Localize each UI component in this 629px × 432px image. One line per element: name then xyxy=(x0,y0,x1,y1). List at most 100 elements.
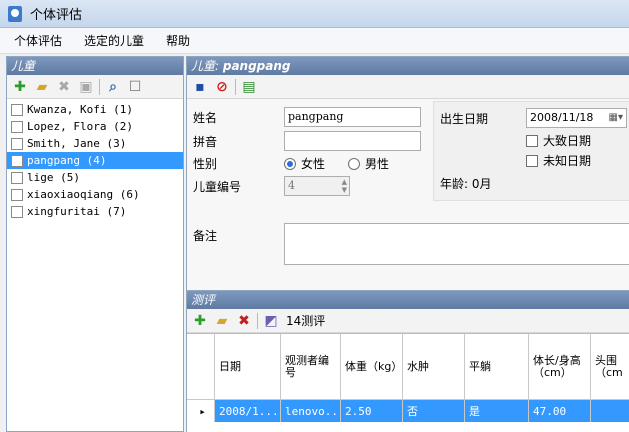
detail-header-prefix: 儿童: xyxy=(191,59,223,73)
assessment-panel-header: 测评 xyxy=(187,291,629,309)
list-item[interactable]: Kwanza, Kofi (1) xyxy=(7,101,183,118)
children-toolbar: ✚ ▰ ✖ ▣ ⌕ ☐ xyxy=(7,75,183,99)
female-radio[interactable]: 女性 xyxy=(284,155,325,172)
assessment-toolbar: ✚ ▰ ✖ ◩ 14测评 xyxy=(187,309,629,333)
birth-date-group: 出生日期 2008/11/18 ▦▾ 大致日期 未知日期 年龄: 0月 xyxy=(433,101,629,201)
child-id-value: 4 xyxy=(288,179,295,192)
cell-weight[interactable]: 2.50 xyxy=(341,400,403,422)
menu-help[interactable]: 帮助 xyxy=(166,32,190,49)
toolbar-separator xyxy=(257,312,258,329)
name-label: 姓名 xyxy=(193,111,218,125)
child-label: pangpang (4) xyxy=(27,154,107,167)
chart-icon[interactable]: ◩ xyxy=(262,312,280,330)
toolbar-separator xyxy=(99,78,100,95)
radio-dot xyxy=(348,157,360,170)
window-title: 个体评估 xyxy=(30,8,83,23)
child-label: xiaoxiaoqiang (6) xyxy=(27,188,140,201)
notes-textarea[interactable] xyxy=(284,223,629,265)
item-checkbox[interactable] xyxy=(11,205,23,218)
app-icon xyxy=(8,5,22,22)
child-detail-panel: 儿童: pangpang ▪ ⊘ ▤ 姓名 pangpang 拼音 性别 女性 … xyxy=(186,56,629,292)
delete-assessment-icon[interactable]: ✖ xyxy=(235,312,253,330)
cell-observer[interactable]: lenovo... xyxy=(281,400,341,422)
search-icon[interactable]: ⌕ xyxy=(104,78,122,96)
list-item[interactable]: lige (5) xyxy=(7,169,183,186)
row-pointer-icon[interactable]: ▸ xyxy=(187,400,215,422)
toolbar-separator xyxy=(235,78,236,95)
title-bar: 个体评估 xyxy=(0,0,629,28)
grid-header-row: 日期 观测者编号 体重（kg） 水肿 平躺 体长/身高（cm） 头围（cm xyxy=(187,334,629,400)
children-panel: 儿童 ✚ ▰ ✖ ▣ ⌕ ☐ Kwanza, Kofi (1) Lopez, F… xyxy=(6,56,184,432)
child-label: xingfuritai (7) xyxy=(27,205,127,218)
list-item[interactable]: Smith, Jane (3) xyxy=(7,135,183,152)
list-item-selected[interactable]: pangpang (4) xyxy=(7,152,183,169)
detail-toolbar: ▪ ⊘ ▤ xyxy=(187,75,629,99)
report-icon[interactable]: ▤ xyxy=(240,78,258,96)
add-icon[interactable]: ✚ xyxy=(11,78,29,96)
children-list: Kwanza, Kofi (1) Lopez, Flora (2) Smith,… xyxy=(7,99,183,220)
pinyin-input[interactable] xyxy=(284,131,421,151)
child-label: Kwanza, Kofi (1) xyxy=(27,103,133,116)
col-header-observer[interactable]: 观测者编号 xyxy=(281,334,341,400)
child-label: Lopez, Flora (2) xyxy=(27,120,133,133)
age-text: 年龄: 0月 xyxy=(440,177,492,191)
add-assessment-icon[interactable]: ✚ xyxy=(191,312,209,330)
item-checkbox[interactable] xyxy=(11,120,23,133)
list-item[interactable]: xiaoxiaoqiang (6) xyxy=(7,186,183,203)
approx-date-checkbox[interactable]: 大致日期 xyxy=(526,132,591,149)
unknown-date-label: 未知日期 xyxy=(543,154,592,168)
cell-edema[interactable]: 否 xyxy=(403,400,465,422)
menu-selected-child[interactable]: 选定的儿童 xyxy=(84,32,144,49)
menu-bar: 个体评估 选定的儿童 帮助 xyxy=(0,28,629,54)
row-header-corner xyxy=(187,334,215,400)
checkbox-icon[interactable]: ☐ xyxy=(126,78,144,96)
item-checkbox[interactable] xyxy=(11,154,23,167)
notes-label: 备注 xyxy=(193,229,218,243)
col-header-date[interactable]: 日期 xyxy=(215,334,281,400)
col-header-edema[interactable]: 水肿 xyxy=(403,334,465,400)
cell-length[interactable]: 47.00 xyxy=(529,400,591,422)
col-header-head[interactable]: 头围（cm xyxy=(591,334,629,400)
child-id-stepper[interactable]: 4 ▲ ▼ xyxy=(284,176,350,196)
cancel-icon[interactable]: ⊘ xyxy=(213,78,231,96)
assessment-count: 14测评 xyxy=(286,314,326,328)
item-checkbox[interactable] xyxy=(11,103,23,116)
delete-icon[interactable]: ✖ xyxy=(55,78,73,96)
folder-icon[interactable]: ▰ xyxy=(33,78,51,96)
detail-panel-header: 儿童: pangpang xyxy=(187,57,629,75)
checkbox-box xyxy=(526,154,538,167)
calendar-dropdown-icon[interactable]: ▦▾ xyxy=(609,109,623,127)
item-checkbox[interactable] xyxy=(11,171,23,184)
cell-date[interactable]: 2008/1... xyxy=(215,400,281,422)
checkbox-box xyxy=(526,134,538,147)
birth-date-value: 2008/11/18 xyxy=(530,111,594,124)
list-item[interactable]: xingfuritai (7) xyxy=(7,203,183,220)
birth-date-picker[interactable]: 2008/11/18 ▦▾ xyxy=(526,108,627,128)
radio-dot-checked xyxy=(284,157,296,170)
cell-head[interactable] xyxy=(591,400,629,422)
export-icon[interactable]: ▣ xyxy=(77,78,95,96)
menu-assessment[interactable]: 个体评估 xyxy=(14,32,62,49)
name-input[interactable]: pangpang xyxy=(284,107,421,127)
male-radio[interactable]: 男性 xyxy=(348,155,389,172)
detail-header-name: pangpang xyxy=(222,59,291,73)
save-icon[interactable]: ▪ xyxy=(191,78,209,96)
unknown-date-checkbox[interactable]: 未知日期 xyxy=(526,152,591,169)
pinyin-label: 拼音 xyxy=(193,135,218,149)
open-assessment-icon[interactable]: ▰ xyxy=(213,312,231,330)
approx-date-label: 大致日期 xyxy=(543,134,592,148)
col-header-weight[interactable]: 体重（kg） xyxy=(341,334,403,400)
child-id-label: 儿童编号 xyxy=(193,180,242,194)
child-label: lige (5) xyxy=(27,171,80,184)
table-row[interactable]: ▸ 2008/1... lenovo... 2.50 否 是 47.00 xyxy=(187,400,629,422)
assessment-grid: 日期 观测者编号 体重（kg） 水肿 平躺 体长/身高（cm） 头围（cm ▸ … xyxy=(187,333,629,432)
birth-date-label: 出生日期 xyxy=(440,112,489,126)
col-header-lying[interactable]: 平躺 xyxy=(465,334,529,400)
item-checkbox[interactable] xyxy=(11,188,23,201)
col-header-length[interactable]: 体长/身高（cm） xyxy=(529,334,591,400)
item-checkbox[interactable] xyxy=(11,137,23,150)
list-item[interactable]: Lopez, Flora (2) xyxy=(7,118,183,135)
cell-lying[interactable]: 是 xyxy=(465,400,529,422)
stepper-arrows-icon[interactable]: ▲ ▼ xyxy=(342,178,347,194)
female-label: 女性 xyxy=(301,157,326,171)
